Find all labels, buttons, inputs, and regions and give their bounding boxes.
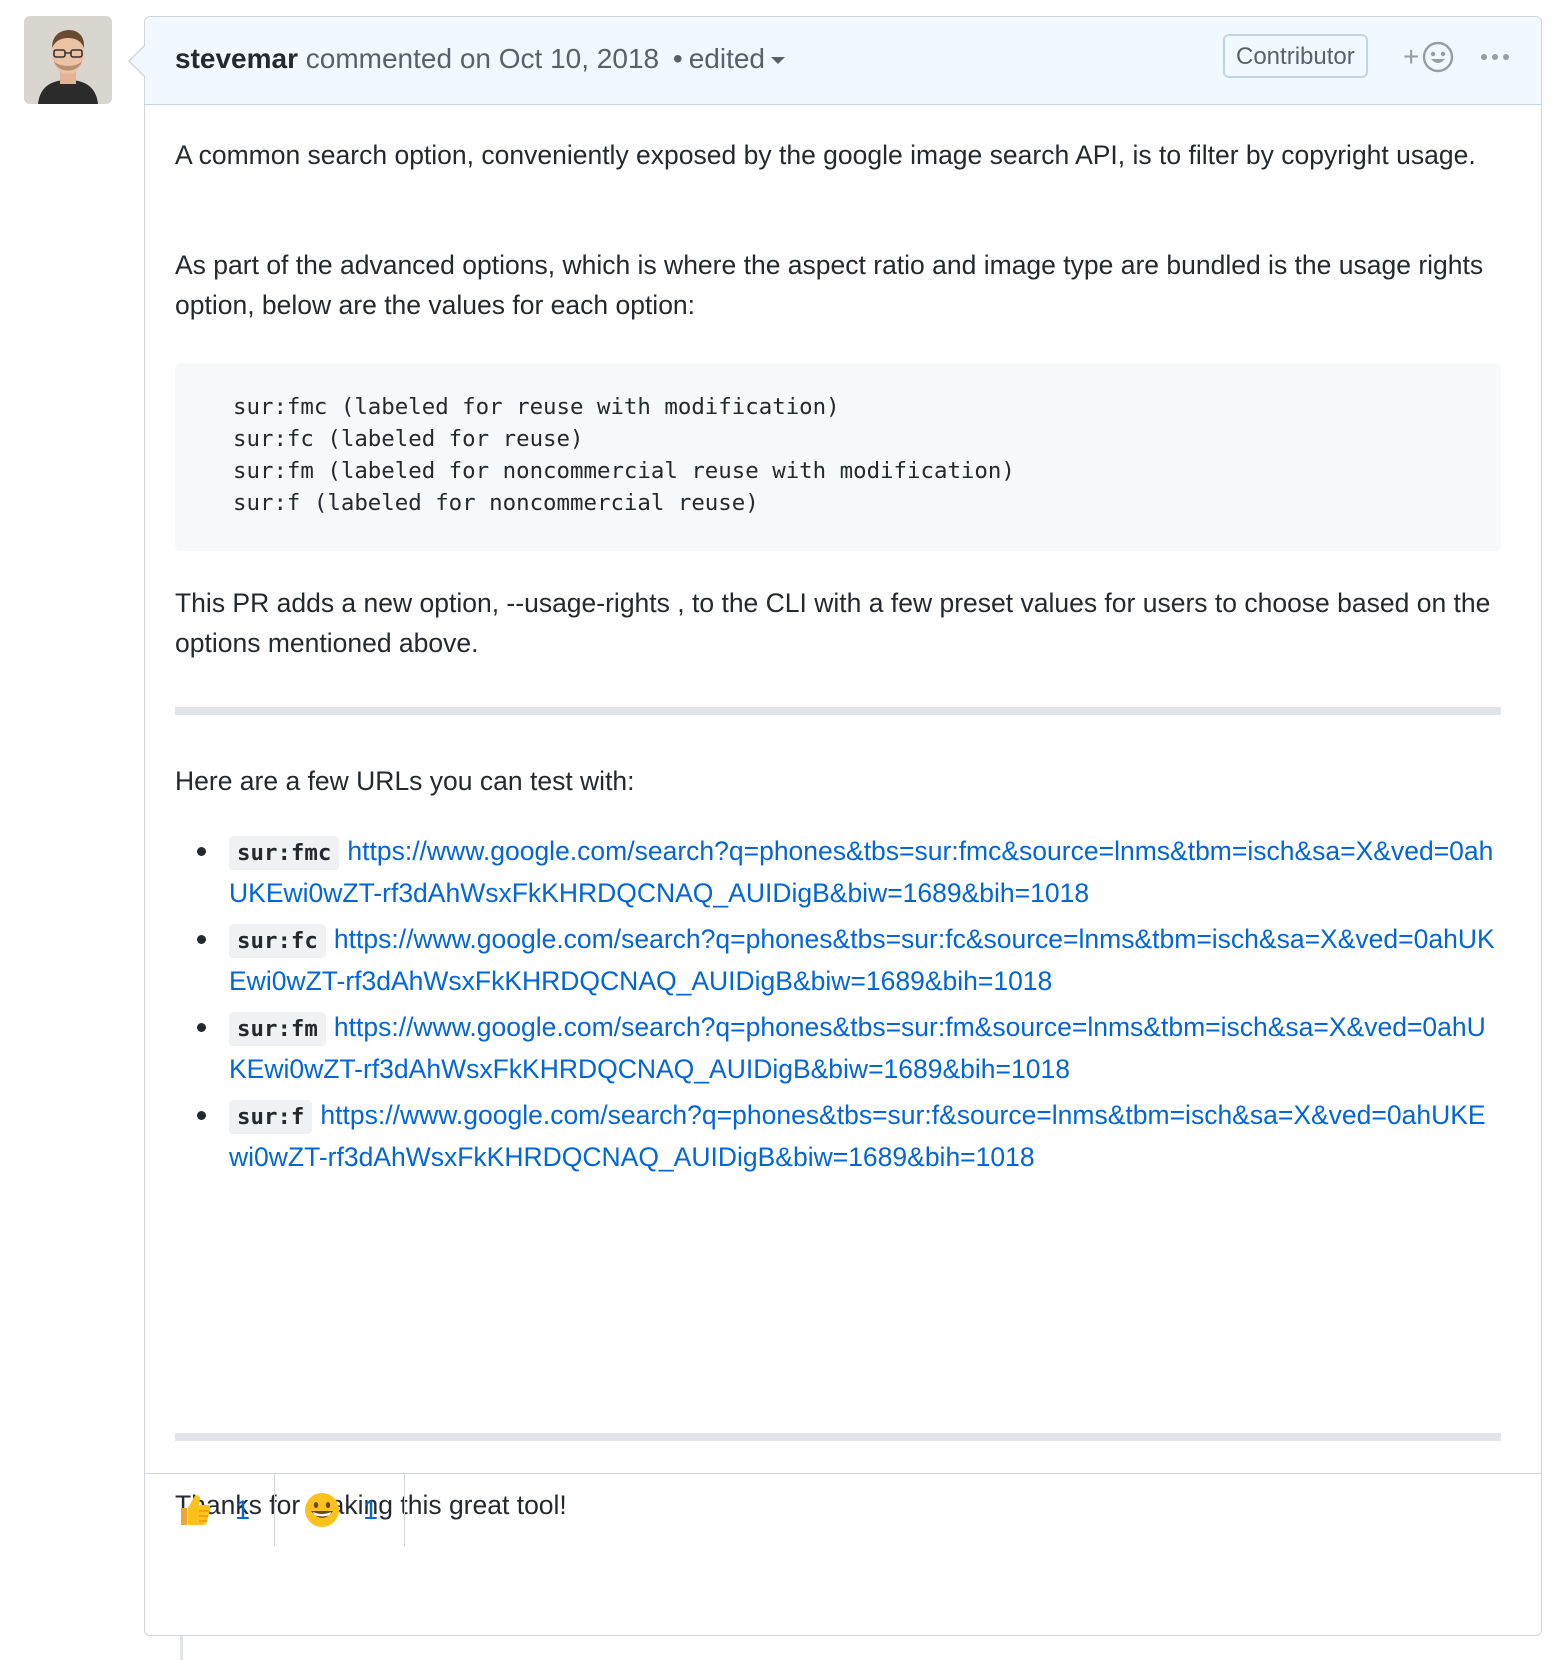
horizontal-rule xyxy=(175,1433,1501,1441)
inline-code: sur:fc xyxy=(229,924,326,958)
reaction-smile-button[interactable]: 1 xyxy=(275,1474,405,1546)
horizontal-rule xyxy=(175,707,1501,715)
url-link[interactable]: https://www.google.com/search?q=phones&t… xyxy=(229,1100,1486,1172)
edited-dropdown[interactable]: edited xyxy=(689,43,785,74)
more-options-icon[interactable] xyxy=(1481,53,1509,61)
comment-card: stevemar commented on Oct 10, 2018 • edit… xyxy=(128,16,1542,1636)
bullet-icon xyxy=(197,1023,206,1032)
list-item: sur:f https://www.google.com/search?q=pho… xyxy=(175,1095,1501,1177)
code-block: sur:fmc (labeled for reuse with modifica… xyxy=(175,363,1501,551)
comment-header: stevemar commented on Oct 10, 2018 • edit… xyxy=(145,17,1541,105)
paragraph-intro: A common search option, conveniently exp… xyxy=(175,140,1476,170)
edited-label: edited xyxy=(688,43,765,74)
list-item: sur:fm https://www.google.com/search?q=ph… xyxy=(175,1007,1501,1089)
reaction-count: 1 xyxy=(363,1494,379,1525)
author-link[interactable]: stevemar xyxy=(175,43,298,74)
timeline-line xyxy=(180,1636,183,1660)
reaction-count: 1 xyxy=(235,1494,251,1525)
reactions-bar: 1 1 xyxy=(145,1473,1541,1546)
inline-code: sur:fm xyxy=(229,1012,326,1046)
smiley-icon xyxy=(1423,41,1454,73)
paragraph-advanced-options: As part of the advanced options, which i… xyxy=(175,250,1484,320)
paragraph-pr-description: This PR adds a new option, --usage-right… xyxy=(175,588,1491,658)
contributor-badge: Contributor xyxy=(1223,34,1368,78)
thumbs-up-icon xyxy=(181,1495,211,1525)
comment-header-text: stevemar commented on Oct 10, 2018 • edit… xyxy=(175,41,785,77)
list-item: sur:fc https://www.google.com/search?q=ph… xyxy=(175,919,1501,1001)
plus-icon: + xyxy=(1403,41,1420,72)
code-line: sur:fc (labeled for reuse) xyxy=(233,426,584,452)
inline-code: sur:fmc xyxy=(229,836,340,870)
caret-down-icon xyxy=(771,57,785,65)
smile-icon xyxy=(305,1493,339,1527)
list-item: sur:fmc https://www.google.com/search?q=p… xyxy=(175,831,1501,913)
avatar[interactable] xyxy=(24,16,112,104)
code-line: sur:f (labeled for noncommercial reuse) xyxy=(233,490,759,516)
avatar-image xyxy=(24,16,112,104)
bullet-icon xyxy=(197,847,206,856)
url-list: sur:fmc https://www.google.com/search?q=p… xyxy=(175,831,1501,1183)
url-link[interactable]: https://www.google.com/search?q=phones&t… xyxy=(229,836,1493,908)
comment-action: commented on xyxy=(305,43,491,74)
bullet-icon xyxy=(197,935,206,944)
add-reaction-button[interactable]: + xyxy=(1403,39,1455,75)
comment-date[interactable]: Oct 10, 2018 xyxy=(499,43,659,74)
bullet-icon xyxy=(197,1111,206,1120)
inline-code: sur:f xyxy=(229,1100,313,1134)
reaction-thumbs-up-button[interactable]: 1 xyxy=(145,1474,275,1546)
url-link[interactable]: https://www.google.com/search?q=phones&t… xyxy=(229,924,1495,996)
code-line: sur:fm (labeled for noncommercial reuse … xyxy=(233,458,1015,484)
comment-arrow-inner xyxy=(130,46,145,76)
paragraph-urls-intro: Here are a few URLs you can test with: xyxy=(175,766,635,796)
url-link[interactable]: https://www.google.com/search?q=phones&t… xyxy=(229,1012,1486,1084)
separator-dot: • xyxy=(672,43,683,74)
code-line: sur:fmc (labeled for reuse with modifica… xyxy=(233,394,840,420)
